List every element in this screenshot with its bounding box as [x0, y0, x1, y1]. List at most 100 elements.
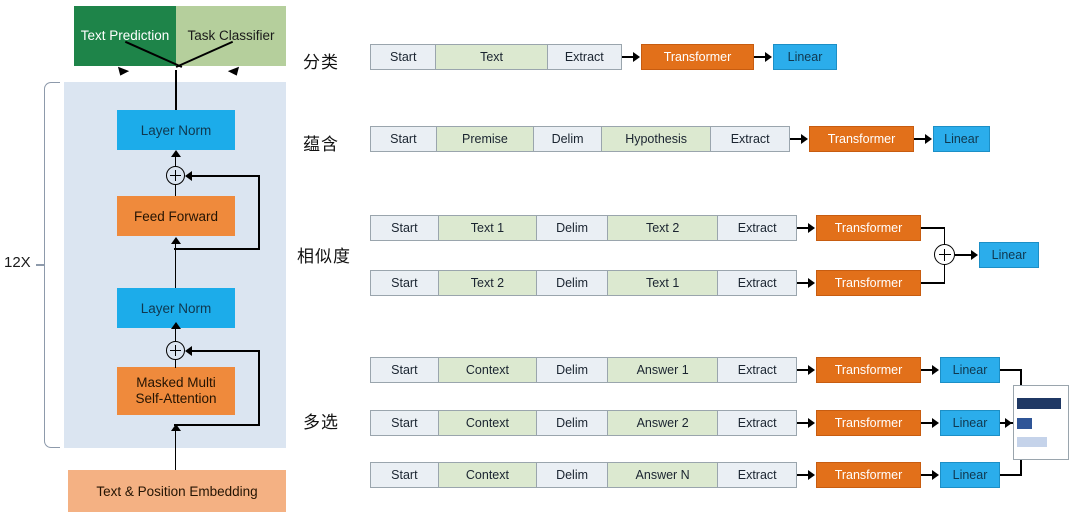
skip-top-vertical — [258, 175, 260, 250]
linear-entailment[interactable]: Linear — [933, 126, 990, 152]
skip-top-horizontal-high — [190, 175, 259, 177]
transformer-mc-1[interactable]: Transformer — [816, 357, 921, 383]
token-text-2[interactable]: Text 2 — [438, 271, 538, 295]
flow-arrow-ffn-in — [170, 237, 181, 244]
masked-multi-self-attention-block[interactable]: Masked Multi Self-Attention — [117, 367, 235, 415]
token-start[interactable]: Start — [371, 411, 439, 435]
layer-norm-top-block[interactable]: Layer Norm — [117, 110, 235, 150]
linear-mc-1[interactable]: Linear — [940, 357, 1000, 383]
sim-merge-bottom-horizontal — [921, 282, 945, 284]
token-delim[interactable]: Delim — [537, 411, 608, 435]
flow-layernorm1-to-ffn — [174, 243, 177, 288]
residual-add-bottom-icon — [166, 341, 185, 360]
token-start[interactable]: Start — [371, 216, 439, 240]
arrow-head-mc2-to-linear — [932, 418, 939, 428]
flow-embedding-to-attention — [174, 430, 177, 470]
feed-forward-block[interactable]: Feed Forward — [117, 196, 235, 236]
token-strip-similarity-a: Start Text 1 Delim Text 2 Extract — [370, 215, 797, 241]
token-strip-classification: Start Text Extract — [370, 44, 622, 70]
token-extract[interactable]: Extract — [718, 411, 796, 435]
output-bar-1 — [1017, 398, 1061, 409]
flow-arrow-layernorm1-in — [170, 322, 181, 329]
skip-bottom-horizontal-low — [174, 424, 260, 426]
arrow-head-ent-to-transformer — [801, 134, 808, 144]
token-text[interactable]: Text — [436, 45, 548, 69]
linear-mc-n[interactable]: Linear — [940, 462, 1000, 488]
token-start[interactable]: Start — [371, 358, 439, 382]
flow-add-to-layernorm1 — [174, 334, 177, 341]
repeat-count-label: 12X — [4, 254, 31, 271]
residual-add-top-icon — [166, 166, 185, 185]
skip-top-horizontal-low — [174, 248, 260, 250]
arrow-head-mc1-to-transformer — [808, 365, 815, 375]
task-classifier-head[interactable]: Task Classifier — [176, 6, 286, 66]
token-start[interactable]: Start — [371, 271, 439, 295]
token-delim[interactable]: Delim — [537, 463, 608, 487]
flow-arrow-layernorm2-in — [170, 150, 181, 157]
arrow-head-mcn-to-linear — [932, 470, 939, 480]
transformer-entailment[interactable]: Transformer — [809, 126, 914, 152]
transformer-classification[interactable]: Transformer — [641, 44, 754, 70]
token-extract[interactable]: Extract — [711, 127, 789, 151]
token-answer-n[interactable]: Answer N — [607, 463, 719, 487]
arrow-head-mc2-to-transformer — [808, 418, 815, 428]
task-label-classification: 分类 — [303, 53, 339, 72]
masked-attention-label-line2: Self-Attention — [135, 391, 217, 406]
token-answer-2[interactable]: Answer 2 — [607, 411, 719, 435]
skip-bottom-arrow — [185, 346, 192, 356]
mc-bus-top-horizontal — [1000, 369, 1022, 371]
token-extract[interactable]: Extract — [718, 271, 796, 295]
token-text-1[interactable]: Text 1 — [438, 216, 538, 240]
token-context[interactable]: Context — [438, 358, 538, 382]
transformer-similarity-b[interactable]: Transformer — [816, 270, 921, 296]
flow-attention-to-add — [174, 360, 177, 368]
token-premise[interactable]: Premise — [436, 127, 535, 151]
mc-bus-arrow-into-output — [1005, 418, 1012, 428]
repeat-bracket — [44, 82, 60, 448]
token-extract[interactable]: Extract — [718, 216, 796, 240]
token-start[interactable]: Start — [371, 127, 437, 151]
flow-ffn-to-add — [174, 185, 177, 196]
text-position-embedding-block[interactable]: Text & Position Embedding — [68, 470, 286, 512]
linear-classification[interactable]: Linear — [773, 44, 837, 70]
token-delim[interactable]: Delim — [534, 127, 602, 151]
arrow-head-cls-to-transformer — [633, 52, 640, 62]
arrow-head-sim-a-to-transformer — [808, 223, 815, 233]
token-extract[interactable]: Extract — [718, 358, 796, 382]
token-delim[interactable]: Delim — [537, 358, 608, 382]
token-context[interactable]: Context — [438, 463, 538, 487]
token-start[interactable]: Start — [371, 463, 439, 487]
transformer-similarity-a[interactable]: Transformer — [816, 215, 921, 241]
token-strip-similarity-b: Start Text 2 Delim Text 1 Extract — [370, 270, 797, 296]
mc-bus-bottom-horizontal — [1000, 474, 1022, 476]
linear-similarity[interactable]: Linear — [979, 242, 1039, 268]
skip-bottom-horizontal-high — [190, 350, 259, 352]
arrow-head-mcn-to-transformer — [808, 470, 815, 480]
linear-mc-2[interactable]: Linear — [940, 410, 1000, 436]
task-label-multiple-choice: 多选 — [303, 413, 339, 432]
token-extract[interactable]: Extract — [547, 45, 621, 69]
token-strip-entailment: Start Premise Delim Hypothesis Extract — [370, 126, 790, 152]
flow-add-to-layernorm2 — [174, 157, 177, 166]
token-answer-1[interactable]: Answer 1 — [607, 358, 719, 382]
sim-add-to-linear-arrow — [971, 250, 978, 260]
arrow-head-mc1-to-linear — [932, 365, 939, 375]
token-start[interactable]: Start — [371, 45, 437, 69]
token-text-1[interactable]: Text 1 — [607, 271, 719, 295]
arrow-head-ent-to-linear — [925, 134, 932, 144]
token-text-2[interactable]: Text 2 — [607, 216, 719, 240]
token-strip-mc-n: Start Context Delim Answer N Extract — [370, 462, 797, 488]
token-delim[interactable]: Delim — [537, 271, 608, 295]
transformer-mc-2[interactable]: Transformer — [816, 410, 921, 436]
skip-top-arrow — [185, 171, 192, 181]
token-context[interactable]: Context — [438, 411, 538, 435]
arrow-head-cls-to-linear — [765, 52, 772, 62]
token-strip-mc-1: Start Context Delim Answer 1 Extract — [370, 357, 797, 383]
masked-attention-label-line1: Masked Multi — [136, 375, 216, 391]
head-split-stem — [175, 70, 177, 110]
token-delim[interactable]: Delim — [537, 216, 608, 240]
token-hypothesis[interactable]: Hypothesis — [601, 127, 712, 151]
arrow-head-sim-b-to-transformer — [808, 278, 815, 288]
transformer-mc-n[interactable]: Transformer — [816, 462, 921, 488]
token-extract[interactable]: Extract — [718, 463, 796, 487]
